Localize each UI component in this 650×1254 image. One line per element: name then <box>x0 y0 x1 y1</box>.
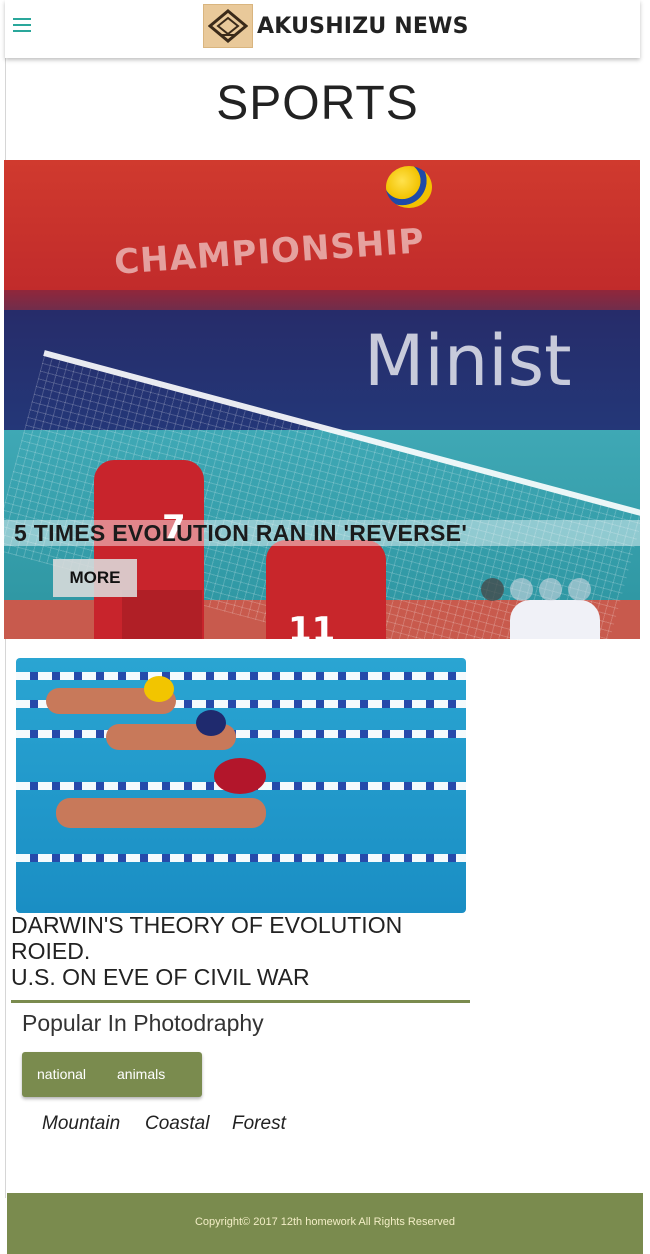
copyright-text: Copyright© 2017 12th homework All Rights… <box>194 1216 455 1228</box>
tag-box: national animals <box>22 1052 202 1097</box>
swimmer-three <box>56 798 266 828</box>
page: AKUSHIZU NEWS SPORTS CHAMPIONSHIP Minist… <box>0 0 650 1254</box>
article-title-line-1: DARWIN'S THEORY OF EVOLUTION <box>11 912 403 938</box>
tag-animals[interactable]: animals <box>117 1066 165 1082</box>
article-image-swimmers[interactable] <box>16 658 466 913</box>
swimmer-cap-yellow <box>144 676 174 702</box>
category-forest[interactable]: Forest <box>232 1113 286 1135</box>
footer: Copyright© 2017 12th homework All Rights… <box>7 1193 643 1254</box>
lane-rope <box>16 854 466 862</box>
volleyball-icon <box>386 166 432 208</box>
brand[interactable]: AKUSHIZU NEWS <box>203 4 469 48</box>
hero-headline: 5 TIMES EVOLUTION RAN IN 'REVERSE' <box>14 520 468 546</box>
lane-rope <box>16 730 466 738</box>
tag-national[interactable]: national <box>37 1066 86 1082</box>
hero-board-text: Minist <box>364 320 572 402</box>
carousel-indicators <box>481 578 591 601</box>
hamburger-menu-icon[interactable] <box>13 18 35 36</box>
page-title: SPORTS <box>216 77 419 130</box>
swimmer-cap-navy <box>196 710 226 736</box>
carousel-dot-1[interactable] <box>481 578 504 601</box>
category-mountain[interactable]: Mountain <box>42 1113 120 1135</box>
article-title-line-3: U.S. ON EVE OF CIVIL WAR <box>11 964 310 990</box>
lane-rope <box>16 672 466 680</box>
article-title-line-2: ROIED. <box>11 938 91 964</box>
more-button[interactable]: MORE <box>53 559 137 597</box>
player-one-shorts <box>122 590 202 639</box>
top-app-bar: AKUSHIZU NEWS <box>5 0 640 58</box>
popular-heading: Popular In Photodraphy <box>22 1010 264 1036</box>
jersey-number-two: 11 <box>288 610 336 639</box>
article-title[interactable]: DARWIN'S THEORY OF EVOLUTION ROIED. U.S.… <box>11 912 471 990</box>
section-divider <box>11 1000 470 1003</box>
brand-name: AKUSHIZU NEWS <box>257 13 469 39</box>
category-coastal[interactable]: Coastal <box>145 1113 209 1135</box>
player-three <box>510 600 600 639</box>
carousel-dot-3[interactable] <box>539 578 562 601</box>
diamond-logo-icon <box>203 4 253 48</box>
hero-banner <box>4 160 640 290</box>
carousel-dot-4[interactable] <box>568 578 591 601</box>
swimmer-cap-red <box>214 758 266 794</box>
carousel-dot-2[interactable] <box>510 578 533 601</box>
